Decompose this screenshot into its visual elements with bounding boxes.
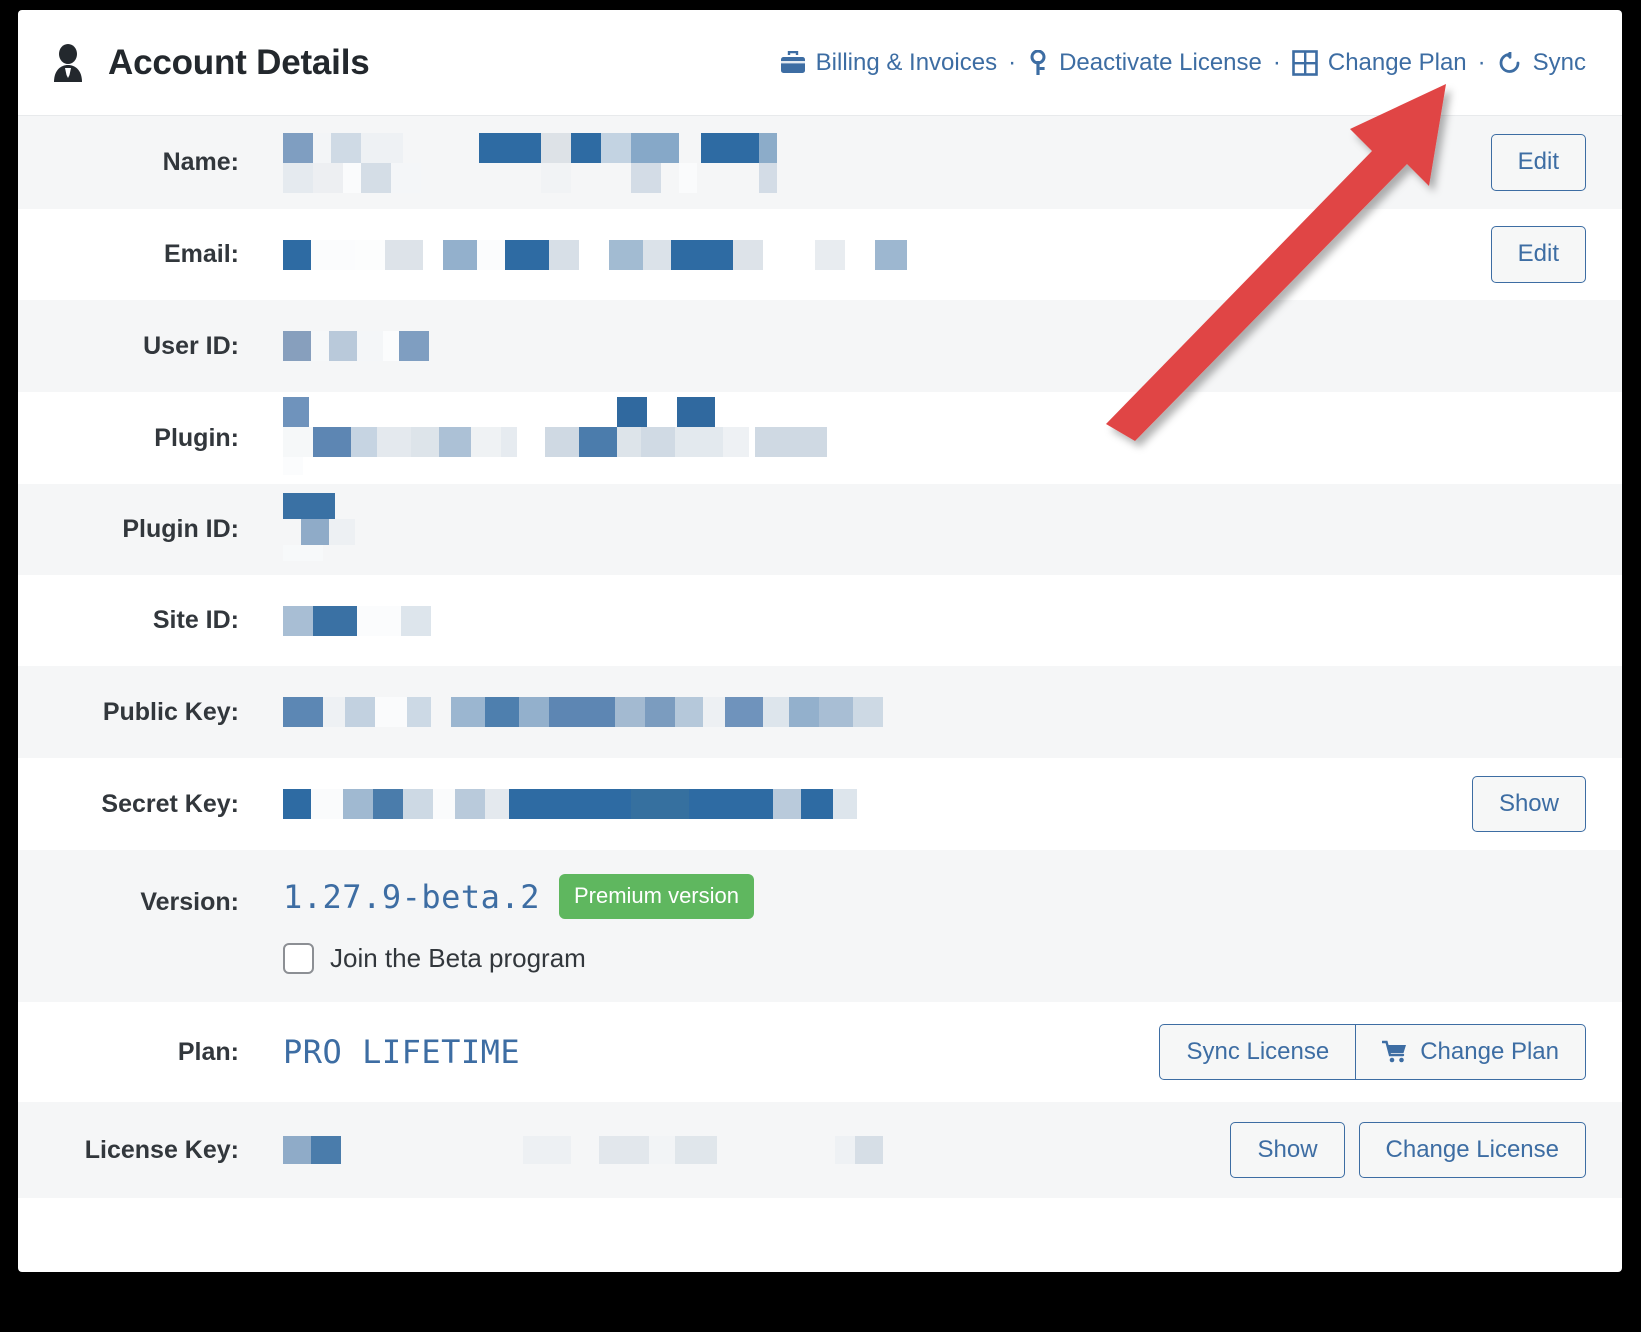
row-label-version: Version: xyxy=(18,850,283,917)
row-actions-name: Edit xyxy=(1491,134,1586,191)
row-value-name xyxy=(283,133,1491,193)
row-actions-email: Edit xyxy=(1491,226,1586,283)
show-license-key-button[interactable]: Show xyxy=(1230,1122,1344,1179)
table-row: Plugin: xyxy=(18,392,1622,484)
redacted-value-secret-key xyxy=(283,789,863,819)
nav-sync[interactable]: Sync xyxy=(1497,49,1586,77)
row-label-plugin: Plugin: xyxy=(18,424,283,453)
nav-deactivate-license-label: Deactivate License xyxy=(1059,49,1262,77)
join-beta-checkbox[interactable] xyxy=(283,943,314,974)
premium-version-badge: Premium version xyxy=(559,874,754,919)
table-row: User ID: xyxy=(18,300,1622,392)
table-row: License Key: Show Change License xyxy=(18,1102,1622,1198)
redacted-value-user-id xyxy=(283,331,433,361)
table-row: Secret Key: Show xyxy=(18,758,1622,850)
change-plan-button-label: Change Plan xyxy=(1420,1038,1559,1067)
table-row: Site ID: xyxy=(18,575,1622,666)
nav-change-plan[interactable]: Change Plan xyxy=(1292,49,1467,77)
plan-button-group: Sync License Change Plan xyxy=(1159,1024,1586,1081)
table-row: Name: Edit xyxy=(18,116,1622,209)
nav-deactivate-license[interactable]: Deactivate License xyxy=(1027,49,1262,77)
row-value-version: 1.27.9-beta.2 Premium version Join the B… xyxy=(283,850,1586,1000)
page-title: Account Details xyxy=(52,43,370,83)
redacted-value-site-id xyxy=(283,606,433,636)
row-label-secret-key: Secret Key: xyxy=(18,790,283,819)
panel-header: Account Details Billing & Invoices · xyxy=(18,10,1622,116)
screen-root: Account Details Billing & Invoices · xyxy=(0,0,1641,1332)
briefcase-icon xyxy=(780,51,806,75)
version-value: 1.27.9-beta.2 xyxy=(283,878,540,916)
nav-billing-invoices-label: Billing & Invoices xyxy=(816,49,997,77)
row-label-plugin-id: Plugin ID: xyxy=(18,515,283,544)
row-value-public-key xyxy=(283,682,1586,742)
row-label-user-id: User ID: xyxy=(18,332,283,361)
redacted-value-name xyxy=(283,133,783,193)
redacted-value-license-key xyxy=(283,1136,883,1164)
nav-separator: · xyxy=(1262,51,1292,75)
nav-change-plan-label: Change Plan xyxy=(1328,49,1467,77)
show-secret-key-button[interactable]: Show xyxy=(1472,776,1586,833)
key-icon xyxy=(1027,50,1049,76)
change-plan-button[interactable]: Change Plan xyxy=(1356,1024,1586,1081)
row-label-public-key: Public Key: xyxy=(18,698,283,727)
page-title-text: Account Details xyxy=(108,43,370,83)
table-row: Email: Edit xyxy=(18,209,1622,300)
redacted-value-plugin-id xyxy=(283,493,363,561)
row-label-name: Name: xyxy=(18,148,283,177)
row-value-plan: PRO LIFETIME xyxy=(283,1022,1159,1082)
header-nav: Billing & Invoices · Deactivate License … xyxy=(780,49,1586,77)
sync-license-button[interactable]: Sync License xyxy=(1159,1024,1356,1081)
row-label-plan: Plan: xyxy=(18,1038,283,1067)
edit-email-button[interactable]: Edit xyxy=(1491,226,1586,283)
grid-icon xyxy=(1292,50,1318,76)
redacted-value-plugin xyxy=(283,397,828,475)
plan-value: PRO LIFETIME xyxy=(283,1033,520,1071)
edit-name-button[interactable]: Edit xyxy=(1491,134,1586,191)
row-label-site-id: Site ID: xyxy=(18,606,283,635)
account-details-rows: Name: Edit Email: Edit Use xyxy=(18,116,1622,1198)
redacted-value-public-key xyxy=(283,697,888,727)
version-stack: 1.27.9-beta.2 Premium version Join the B… xyxy=(283,850,754,1000)
table-row: Plan: PRO LIFETIME Sync License xyxy=(18,1002,1622,1102)
change-license-button[interactable]: Change License xyxy=(1359,1122,1586,1179)
row-value-site-id xyxy=(283,591,1586,651)
beta-program-row[interactable]: Join the Beta program xyxy=(283,943,754,974)
nav-sync-label: Sync xyxy=(1533,49,1586,77)
row-value-plugin xyxy=(283,401,1586,475)
refresh-icon xyxy=(1497,50,1523,76)
row-label-license-key: License Key: xyxy=(18,1136,283,1165)
table-row: Version: 1.27.9-beta.2 Premium version J… xyxy=(18,850,1622,1002)
cart-icon xyxy=(1382,1040,1408,1064)
row-actions-secret-key: Show xyxy=(1472,776,1586,833)
redacted-value-email xyxy=(283,240,913,270)
account-details-panel: Account Details Billing & Invoices · xyxy=(18,10,1622,1272)
row-label-email: Email: xyxy=(18,240,283,269)
join-beta-label: Join the Beta program xyxy=(330,943,586,974)
user-admin-icon xyxy=(52,44,86,82)
row-actions-plan: Sync License Change Plan xyxy=(1159,1024,1586,1081)
row-value-email xyxy=(283,225,1491,285)
row-value-license-key xyxy=(283,1120,1230,1180)
version-line: 1.27.9-beta.2 Premium version xyxy=(283,874,754,919)
table-row: Plugin ID: xyxy=(18,484,1622,575)
row-actions-license-key: Show Change License xyxy=(1230,1122,1586,1179)
row-value-secret-key xyxy=(283,774,1472,834)
row-value-user-id xyxy=(283,316,1586,376)
table-row: Public Key: xyxy=(18,666,1622,758)
row-value-plugin-id xyxy=(283,499,1586,561)
nav-billing-invoices[interactable]: Billing & Invoices xyxy=(780,49,997,77)
nav-separator: · xyxy=(997,51,1027,75)
nav-separator: · xyxy=(1467,51,1497,75)
